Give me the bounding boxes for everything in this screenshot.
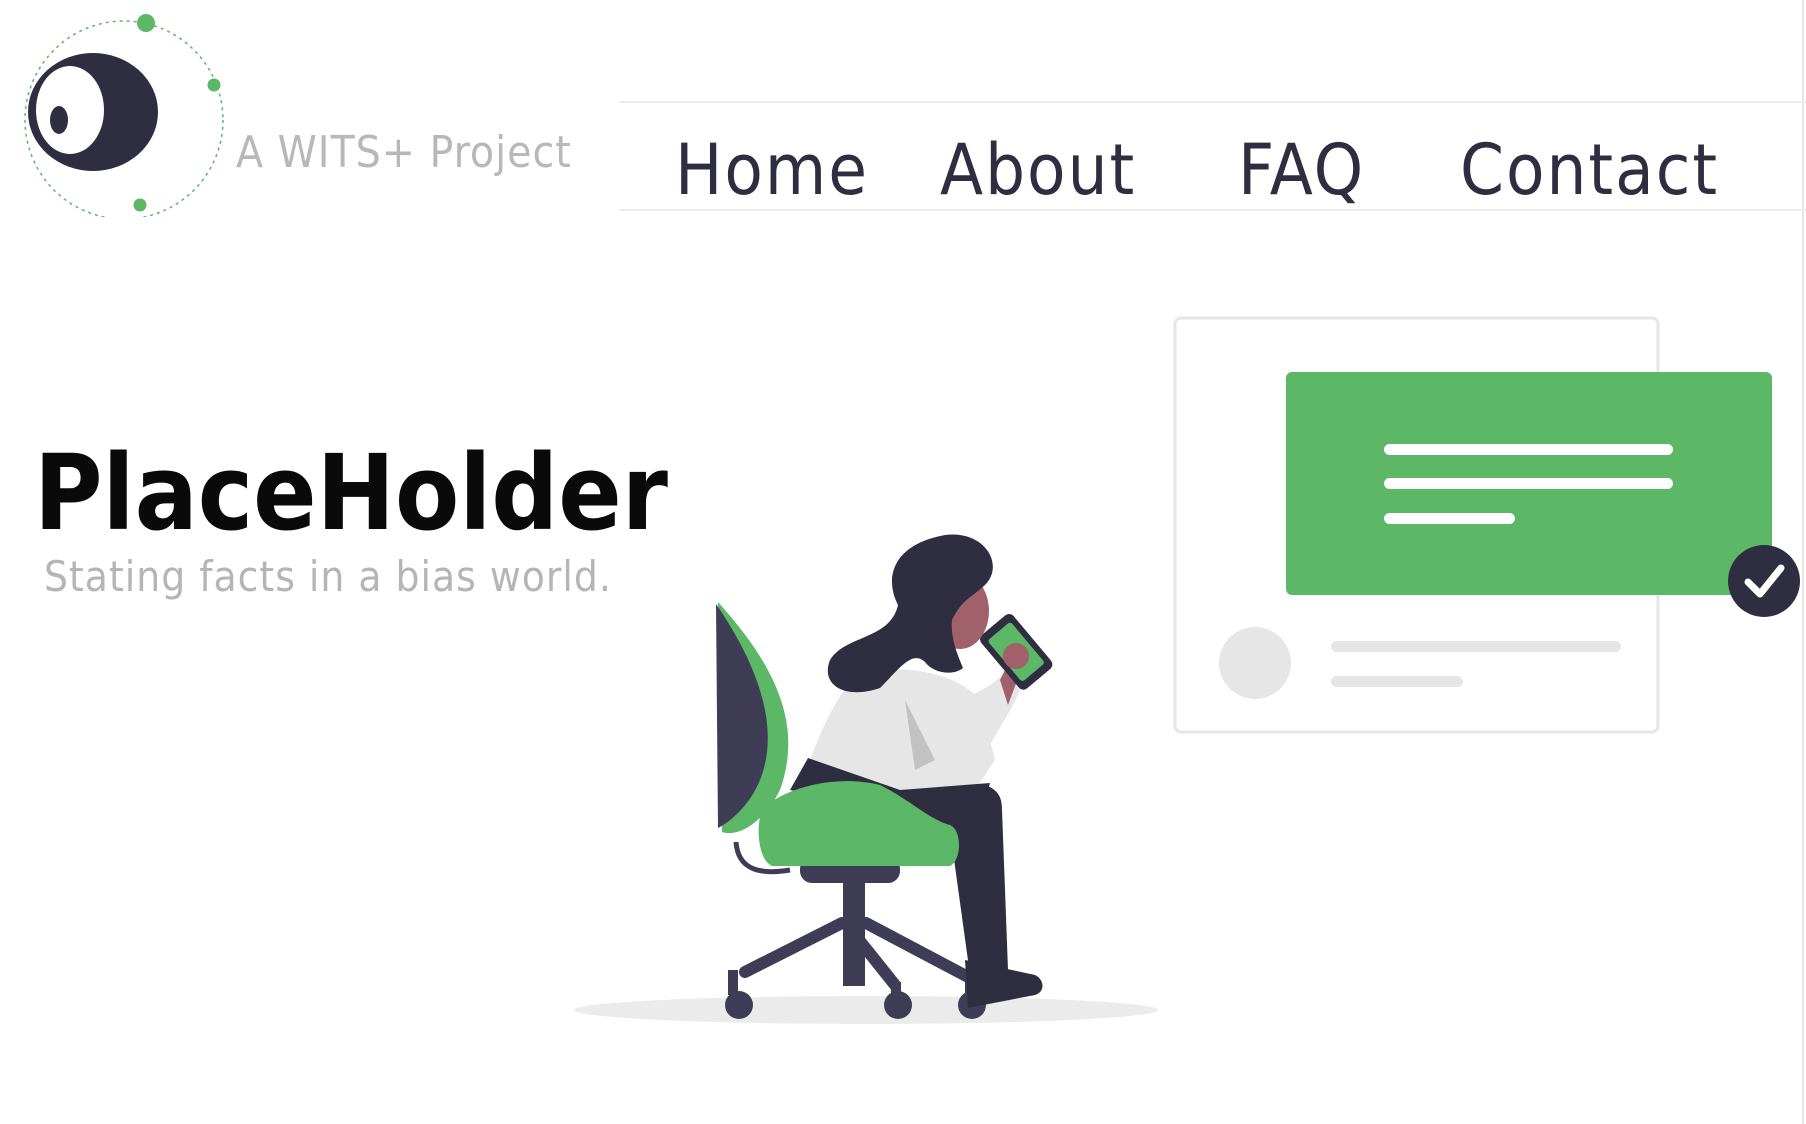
woman-on-chair-with-phone-illustration xyxy=(574,316,1800,1024)
nav-item-about[interactable]: About xyxy=(940,129,1136,211)
message-card-icon xyxy=(1173,316,1772,734)
brand-tagline: A WITS+ Project xyxy=(236,127,572,178)
nav-item-faq[interactable]: FAQ xyxy=(1238,129,1365,211)
main-nav: Home About FAQ Contact xyxy=(619,101,1806,211)
nav-item-contact[interactable]: Contact xyxy=(1460,129,1719,211)
nav-item-home[interactable]: Home xyxy=(675,129,869,211)
eye-planet-icon[interactable] xyxy=(14,12,232,217)
hero-subtitle: Stating facts in a bias world. xyxy=(44,552,612,601)
checkmark-badge-icon xyxy=(1728,545,1800,617)
